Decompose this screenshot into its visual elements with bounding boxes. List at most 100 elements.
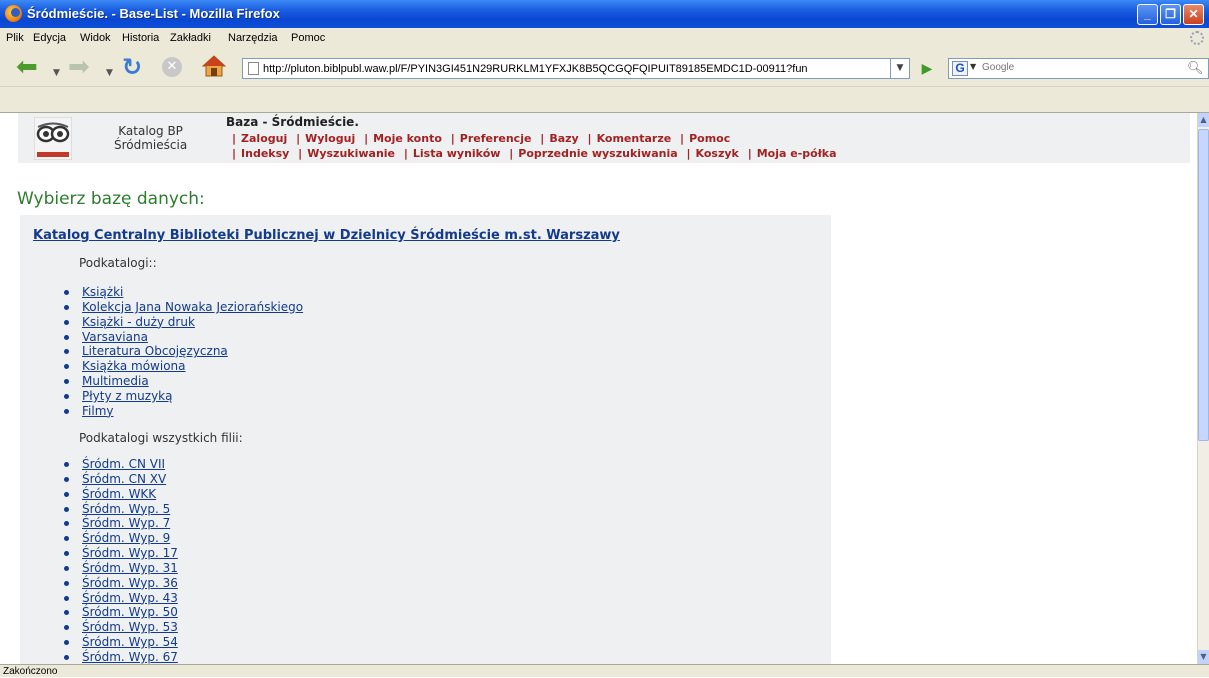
url-input[interactable] [263, 61, 883, 76]
list-item: Płyty z muzyką [64, 389, 303, 404]
database-panel: Katalog Centralny Biblioteki Publicznej … [20, 215, 831, 664]
branch-link[interactable]: Śródm. Wyp. 17 [82, 546, 178, 560]
search-box[interactable]: G ▼ [948, 58, 1209, 79]
subcatalog-link[interactable]: Filmy [82, 404, 114, 418]
branch-link[interactable]: Śródm. CN XV [82, 472, 166, 486]
bullet-icon [64, 640, 69, 646]
branch-link[interactable]: Śródm. Wyp. 31 [82, 561, 178, 575]
go-icon[interactable]: ▶ [917, 59, 937, 79]
nav-lista-wynikow[interactable]: Lista wyników [413, 147, 501, 160]
close-button[interactable]: ✕ [1183, 4, 1204, 25]
stop-icon[interactable]: ✕ [162, 57, 182, 77]
branch-link[interactable]: Śródm. Wyp. 36 [82, 576, 178, 590]
minimize-button[interactable]: _ [1137, 4, 1158, 25]
forward-history-dropdown[interactable]: ▼ [106, 61, 113, 85]
list-item: Książka mówiona [64, 359, 303, 374]
page-title: Wybierz bazę danych: [17, 189, 205, 210]
bullet-icon [64, 536, 69, 542]
library-logo-icon [34, 117, 72, 160]
nav-koszyk[interactable]: Koszyk [696, 147, 739, 160]
menu-pomoc[interactable]: Pomoc [291, 32, 325, 44]
menu-zakladki[interactable]: Zakładki [170, 32, 211, 44]
subcatalog-link[interactable]: Multimedia [82, 374, 149, 388]
bullet-icon [64, 290, 69, 295]
search-engine-dropdown[interactable]: ▼ [970, 62, 976, 71]
bullet-icon [64, 595, 69, 601]
maximize-button[interactable]: ❐ [1160, 4, 1181, 25]
branch-link[interactable]: Śródm. CN VII [82, 457, 165, 471]
subcatalog-link[interactable]: Książki [82, 285, 123, 299]
list-item: Śródm. Wyp. 54 [64, 635, 178, 650]
search-input[interactable] [982, 62, 1162, 73]
nav-moje-konto[interactable]: Moje konto [373, 132, 442, 145]
subcatalog-link[interactable]: Płyty z muzyką [82, 389, 172, 403]
branch-link[interactable]: Śródm. Wyp. 7 [82, 516, 170, 530]
scroll-down-arrow-icon[interactable]: ▼ [1198, 650, 1209, 664]
search-engine-icon[interactable]: G [952, 61, 968, 76]
list-item: Śródm. Wyp. 17 [64, 546, 178, 561]
bullet-icon [64, 610, 69, 616]
forward-arrow-icon[interactable]: ➡ [68, 54, 90, 80]
reload-icon[interactable]: ↻ [122, 55, 142, 79]
menu-plik[interactable]: Plik [6, 32, 24, 44]
menu-widok[interactable]: Widok [80, 32, 111, 44]
subcatalog-link[interactable]: Książki - duży druk [82, 315, 195, 329]
bullet-icon [64, 654, 69, 660]
window-titlebar[interactable]: Śródmieście. - Base-List - Mozilla Firef… [0, 0, 1209, 28]
list-item: Śródm. Wyp. 7 [64, 516, 178, 531]
menu-historia[interactable]: Historia [122, 32, 159, 44]
scroll-up-arrow-icon[interactable]: ▲ [1198, 113, 1209, 127]
nav-komentarze[interactable]: Komentarze [597, 132, 672, 145]
database-title: Baza - Śródmieście. [226, 115, 359, 129]
branch-link[interactable]: Śródm. Wyp. 43 [82, 591, 178, 605]
branch-link[interactable]: Śródm. Wyp. 5 [82, 502, 170, 516]
nav-moja-e-polka[interactable]: Moja e-półka [757, 147, 837, 160]
top-nav-row-2: | Indeksy | Wyszukiwanie | Lista wyników | P… [232, 147, 837, 160]
main-database-link[interactable]: Katalog Centralny Biblioteki Publicznej … [33, 228, 620, 243]
nav-preferencje[interactable]: Preferencje [460, 132, 532, 145]
back-arrow-icon[interactable]: ⬅ [16, 54, 38, 80]
list-item: Kolekcja Jana Nowaka Jeziorańskiego [64, 300, 303, 315]
activity-throbber-icon [1190, 31, 1204, 45]
magnifier-search-icon[interactable]: 🔍︎ [1187, 61, 1204, 76]
branch-link[interactable]: Śródm. Wyp. 50 [82, 605, 178, 619]
list-item: Śródm. CN VII [64, 457, 178, 472]
bullet-icon [64, 349, 69, 355]
subcatalog-link[interactable]: Kolekcja Jana Nowaka Jeziorańskiego [82, 300, 303, 314]
bullet-icon [64, 364, 69, 370]
menu-edycja[interactable]: Edycja [33, 32, 66, 44]
list-item: Śródm. CN XV [64, 472, 178, 487]
list-item: Śródm. WKK [64, 487, 178, 502]
catalog-name-line2: Śródmieścia [114, 138, 188, 152]
top-nav-row-1: | Zaloguj | Wyloguj | Moje konto | Preferenc… [232, 132, 731, 145]
scrollbar-thumb[interactable] [1198, 129, 1209, 441]
url-history-dropdown[interactable]: ▼ [891, 58, 910, 79]
menu-narzedzia[interactable]: Narzędzia [228, 32, 278, 44]
list-item: Książki [64, 285, 303, 300]
nav-bazy[interactable]: Bazy [549, 132, 578, 145]
nav-wyloguj[interactable]: Wyloguj [305, 132, 355, 145]
list-item: Śródm. Wyp. 9 [64, 531, 178, 546]
nav-pomoc[interactable]: Pomoc [689, 132, 730, 145]
vertical-scrollbar[interactable]: ▲ ▼ [1197, 113, 1209, 664]
nav-poprzednie-wyszukiwania[interactable]: Poprzednie wyszukiwania [518, 147, 677, 160]
window-title: Śródmieście. - Base-List - Mozilla Firef… [27, 6, 280, 21]
branch-link[interactable]: Śródm. Wyp. 9 [82, 531, 170, 545]
branch-link[interactable]: Śródm. Wyp. 54 [82, 635, 178, 649]
branch-link[interactable]: Śródm. WKK [82, 487, 156, 501]
branch-link[interactable]: Śródm. Wyp. 53 [82, 620, 178, 634]
back-history-dropdown[interactable]: ▼ [53, 61, 60, 85]
list-item: Śródm. Wyp. 50 [64, 605, 178, 620]
home-icon[interactable] [201, 54, 227, 78]
bullet-icon [64, 491, 69, 497]
list-item: Literatura Obcojęzyczna [64, 344, 303, 359]
catalog-name: Katalog BP Śródmieścia [114, 124, 187, 152]
nav-wyszukiwanie[interactable]: Wyszukiwanie [307, 147, 395, 160]
branch-link[interactable]: Śródm. Wyp. 67 [82, 650, 178, 664]
subcatalog-link[interactable]: Varsaviana [82, 330, 148, 344]
address-bar[interactable] [242, 58, 891, 79]
nav-indeksy[interactable]: Indeksy [241, 147, 289, 160]
subcatalog-link[interactable]: Literatura Obcojęzyczna [82, 344, 228, 358]
subcatalog-link[interactable]: Książka mówiona [82, 359, 186, 373]
nav-zaloguj[interactable]: Zaloguj [241, 132, 287, 145]
